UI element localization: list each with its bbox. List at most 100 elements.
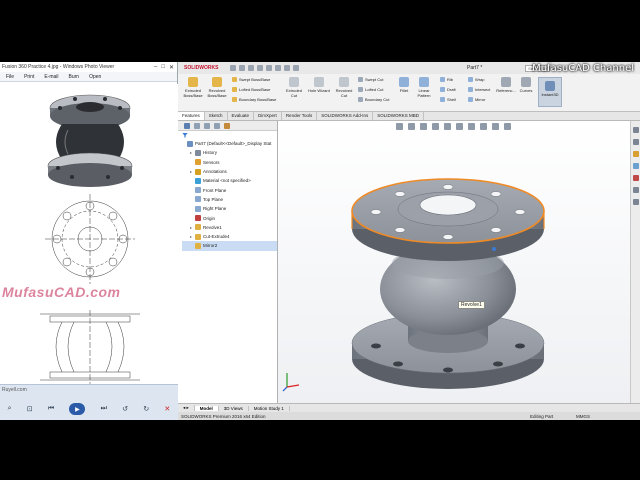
tab-nav-arrows[interactable]: ◂ ▸ — [178, 405, 195, 411]
wrap-button[interactable]: Wrap — [468, 77, 484, 82]
options-icon[interactable] — [293, 65, 299, 71]
tab-addins[interactable]: SOLIDWORKS Add-Ins — [317, 112, 374, 120]
zoom-area-icon[interactable] — [408, 123, 415, 130]
dimxpert-manager-icon[interactable] — [214, 122, 220, 129]
fillet-button[interactable]: Fillet — [398, 77, 410, 93]
property-manager-icon[interactable] — [194, 122, 200, 129]
menu-open[interactable]: Open — [89, 74, 101, 80]
tab-sketch[interactable]: Sketch — [205, 112, 228, 120]
new-icon[interactable] — [230, 65, 236, 71]
extruded-cut-label: Extruded Cut — [285, 88, 302, 98]
maximize-icon[interactable]: □ — [161, 64, 165, 71]
feature-tree-item[interactable]: ▸ Revolve1 — [182, 223, 277, 232]
boundary-cut-button[interactable]: Boundary Cut — [358, 97, 389, 102]
tab-3d-views[interactable]: 3D Views — [219, 405, 249, 411]
units-selector[interactable]: MMGS — [576, 414, 590, 419]
draft-button[interactable]: Draft — [440, 87, 456, 92]
feature-tree-icon[interactable] — [184, 122, 190, 129]
graphics-viewport[interactable]: Revolve1 — [278, 121, 630, 403]
zoom-to-fit-icon[interactable] — [396, 123, 403, 130]
section-view-icon[interactable] — [432, 123, 439, 130]
tab-mbd[interactable]: SOLIDWORKS MBD — [373, 112, 425, 120]
hole-wizard-button[interactable]: Hole Wizard — [306, 77, 332, 93]
photo-viewer-nav: ⌕ ⊡ ⏮ ▶ ⏭ ↺ ↻ ✕ — [0, 401, 178, 417]
intersect-button[interactable]: Intersect — [468, 87, 490, 92]
zoom-icon[interactable]: ⌕ — [8, 405, 12, 413]
edit-appearance-icon[interactable] — [480, 123, 487, 130]
linear-pattern-button[interactable]: Linear Pattern — [412, 77, 436, 98]
part-model-3d[interactable] — [278, 121, 630, 403]
undo-icon[interactable] — [266, 65, 272, 71]
view-settings-icon[interactable] — [504, 123, 511, 130]
display-style-icon[interactable] — [456, 123, 463, 130]
actual-size-icon[interactable]: ⊡ — [27, 405, 33, 413]
slideshow-button[interactable]: ▶ — [69, 403, 86, 415]
rotate-left-icon[interactable]: ↺ — [122, 405, 128, 413]
open-icon[interactable] — [239, 65, 245, 71]
rib-button[interactable]: Rib — [440, 77, 453, 82]
swept-boss-button[interactable]: Swept Boss/Base — [232, 77, 270, 82]
rebuild-icon[interactable] — [284, 65, 290, 71]
feature-tree-item[interactable]: Top Plane — [182, 195, 277, 204]
hide-show-items-icon[interactable] — [468, 123, 475, 130]
design-library-icon[interactable] — [632, 139, 639, 145]
instant3d-button[interactable]: Instant3D — [538, 77, 562, 107]
solidworks-logo[interactable]: SOLIDWORKS — [178, 65, 230, 71]
tab-motion-study[interactable]: Motion Study 1 — [249, 405, 290, 411]
extruded-boss-button[interactable]: Extruded Boss/Base — [182, 77, 204, 98]
reference-geometry-button[interactable]: Referenc... — [496, 77, 516, 93]
feature-tree-item[interactable]: ▸ Cut-Extrude4 — [182, 232, 277, 241]
extruded-cut-button[interactable]: Extruded Cut — [284, 77, 304, 98]
feature-tree-item[interactable]: Front Plane — [182, 185, 277, 194]
lofted-boss-button[interactable]: Lofted Boss/Base — [232, 87, 270, 92]
feature-tree-item[interactable]: ▸ History — [182, 148, 277, 157]
feature-tree-item[interactable]: ▸ Annotations — [182, 167, 277, 176]
feature-tree-item[interactable]: Part7 (Default<<Default>_Display Stat — [182, 139, 277, 148]
previous-view-icon[interactable] — [420, 123, 427, 130]
revolved-cut-button[interactable]: Revolved Cut — [334, 77, 354, 98]
select-icon[interactable] — [275, 65, 281, 71]
configuration-manager-icon[interactable] — [204, 122, 210, 129]
menu-burn[interactable]: Burn — [69, 74, 80, 80]
minimize-icon[interactable]: – — [154, 64, 157, 71]
apply-scene-icon[interactable] — [492, 123, 499, 130]
feature-tree-item[interactable]: Mirror2 — [182, 241, 277, 251]
boundary-boss-button[interactable]: Boundary Boss/Base — [232, 97, 276, 102]
print-icon[interactable] — [257, 65, 263, 71]
lofted-cut-button[interactable]: Lofted Cut — [358, 87, 383, 92]
forum-icon[interactable] — [632, 199, 639, 205]
appearances-icon[interactable] — [632, 175, 639, 181]
view-orientation-icon[interactable] — [444, 123, 451, 130]
next-icon[interactable]: ⏭ — [101, 405, 107, 413]
curves-button[interactable]: Curves — [518, 77, 534, 93]
tab-evaluate[interactable]: Evaluate — [228, 112, 255, 120]
swept-cut-button[interactable]: Swept Cut — [358, 77, 383, 82]
filter-icon[interactable] — [182, 132, 188, 138]
display-manager-icon[interactable] — [224, 122, 230, 129]
menu-print[interactable]: Print — [24, 74, 34, 80]
menu-email[interactable]: E-mail — [44, 74, 58, 80]
tab-model[interactable]: Model — [194, 405, 219, 411]
instant3d-label: Instant3D — [541, 92, 559, 97]
close-icon[interactable]: ✕ — [169, 64, 174, 71]
previous-icon[interactable]: ⏮ — [48, 405, 54, 413]
feature-tree-item[interactable]: Origin — [182, 213, 277, 222]
menu-file[interactable]: File — [6, 74, 14, 80]
revolved-boss-button[interactable]: Revolved Boss/Base — [206, 77, 228, 98]
custom-properties-icon[interactable] — [632, 187, 639, 193]
delete-icon[interactable]: ✕ — [164, 405, 170, 413]
mirror-button[interactable]: Mirror — [468, 97, 485, 102]
tab-features[interactable]: Features — [178, 112, 205, 120]
tab-dimxpert[interactable]: DimXpert — [254, 112, 282, 120]
solidworks-resources-icon[interactable] — [632, 127, 639, 133]
tab-render-tools[interactable]: Render Tools — [282, 112, 318, 120]
shell-button[interactable]: Shell — [440, 97, 456, 102]
feature-tree-item[interactable]: Material <not specified> — [182, 176, 277, 185]
feature-tree-item[interactable]: Sensors — [182, 158, 277, 167]
feature-tree-item[interactable]: Right Plane — [182, 204, 277, 213]
rotate-right-icon[interactable]: ↻ — [143, 405, 149, 413]
instant3d-inner: Instant3D — [540, 81, 560, 97]
file-explorer-icon[interactable] — [632, 151, 639, 157]
save-icon[interactable] — [248, 65, 254, 71]
view-palette-icon[interactable] — [632, 163, 639, 169]
